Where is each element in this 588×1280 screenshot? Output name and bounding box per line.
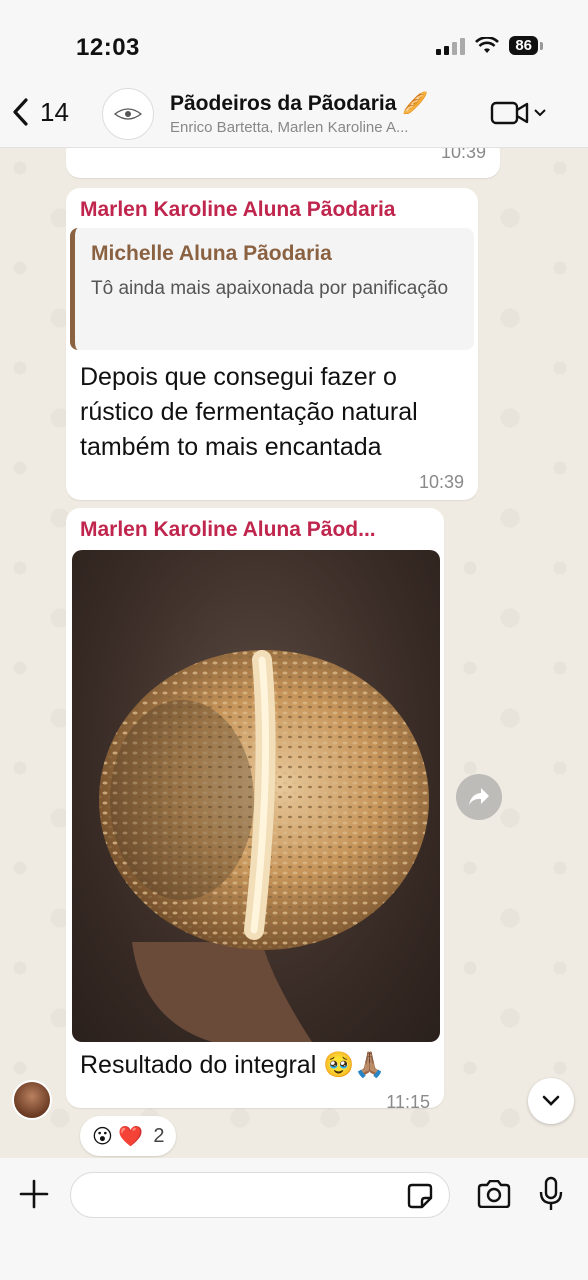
sender-name[interactable]: Marlen Karoline Aluna Pãod... (80, 518, 376, 542)
chat-header: 14 Pãodeiros da Pãodaria 🥖 Enrico Bartet… (0, 82, 588, 148)
message-composer (0, 1158, 588, 1280)
sender-name[interactable]: Marlen Karoline Aluna Pãodaria (80, 198, 395, 222)
status-bar: 12:03 86 (0, 0, 588, 82)
chevron-down-icon (542, 1095, 560, 1106)
message-time: 11:15 (386, 1092, 430, 1112)
quoted-message[interactable]: Michelle Aluna Pãodaria Tô ainda mais ap… (70, 228, 474, 350)
microphone-icon (539, 1176, 563, 1210)
wifi-icon (475, 36, 500, 53)
reaction-count: 2 (153, 1124, 165, 1147)
sender-avatar[interactable] (12, 1080, 52, 1120)
status-time: 12:03 (76, 34, 140, 61)
message-input[interactable] (70, 1172, 450, 1218)
group-name[interactable]: Pãodeiros da Pãodaria 🥖 (170, 92, 428, 116)
chevron-down-icon (534, 109, 546, 117)
camera-icon (477, 1179, 511, 1209)
sticker-icon (407, 1183, 433, 1209)
video-call-icon (490, 101, 529, 125)
sticker-button[interactable] (406, 1182, 434, 1215)
forward-button[interactable] (456, 774, 502, 820)
reaction-emojis: 😮 ❤️ (92, 1125, 144, 1148)
message-text: Depois que consegui fazer o rústico de f… (80, 363, 418, 461)
message-bubble[interactable]: Marlen Karoline Aluna Pãodaria Michelle … (66, 188, 478, 500)
scroll-down-button[interactable] (528, 1078, 574, 1124)
forward-icon (469, 788, 489, 805)
group-members: Enrico Bartetta, Marlen Karoline A... (170, 119, 409, 133)
battery-indicator: 86 (509, 36, 543, 55)
back-chevron-icon (13, 98, 28, 126)
status-icons: 86 (436, 36, 543, 55)
quote-sender: Michelle Aluna Pãodaria (91, 242, 332, 265)
video-call-button[interactable] (490, 100, 546, 126)
group-avatar[interactable] (102, 88, 154, 140)
bread-photo[interactable] (72, 550, 440, 1042)
camera-button[interactable] (476, 1179, 512, 1213)
back-button[interactable]: 14 (10, 96, 69, 128)
photo-caption: Resultado do integral 🥹🙏🏽 (80, 1051, 386, 1079)
unread-count: 14 (40, 96, 69, 127)
message-bubble[interactable]: Marlen Karoline Aluna Pãod... Resultado … (66, 508, 444, 1112)
microphone-button[interactable] (538, 1176, 564, 1217)
plus-icon (19, 1179, 49, 1209)
reactions-pill[interactable]: 😮 ❤️ 2 (80, 1116, 177, 1156)
message-bubble[interactable]: 10:39 (66, 148, 500, 178)
message-time: 10:39 (440, 148, 486, 162)
signal-icon (436, 37, 466, 55)
attach-button[interactable] (18, 1178, 50, 1215)
chat-area[interactable]: 10:39 Marlen Karoline Aluna Pãodaria Mic… (0, 148, 588, 1158)
message-time: 10:39 (418, 472, 464, 492)
bread-image (99, 650, 429, 1042)
quote-text: Tô ainda mais apaixonada por panificação (91, 278, 449, 299)
eye-logo-icon (114, 108, 142, 120)
